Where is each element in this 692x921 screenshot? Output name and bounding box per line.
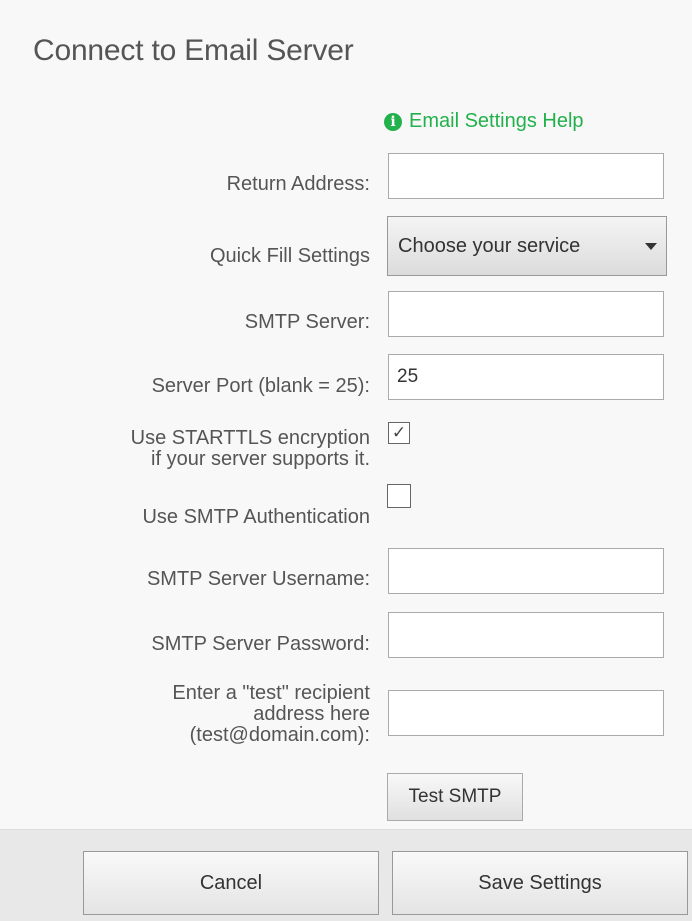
quick-fill-selected: Choose your service xyxy=(398,234,581,257)
test-smtp-button[interactable]: Test SMTP xyxy=(387,773,523,821)
test-recipient-input[interactable] xyxy=(388,690,664,736)
smtp-server-label: SMTP Server: xyxy=(244,311,370,333)
help-link-label: Email Settings Help xyxy=(409,110,584,132)
quick-fill-select[interactable]: Choose your service xyxy=(387,216,667,276)
test-recipient-label-line2: address here xyxy=(253,703,370,725)
server-port-input[interactable] xyxy=(388,354,664,400)
cancel-button[interactable]: Cancel xyxy=(83,851,379,915)
save-settings-button[interactable]: Save Settings xyxy=(392,851,688,915)
password-label: SMTP Server Password: xyxy=(151,633,370,655)
dialog-footer: Cancel Save Settings xyxy=(0,829,692,921)
starttls-label: Use STARTTLS encryption if your server s… xyxy=(131,428,370,470)
info-icon: i xyxy=(384,112,402,131)
starttls-label-line2: if your server supports it. xyxy=(151,448,370,470)
test-recipient-label-line3: (test@domain.com): xyxy=(189,724,370,746)
starttls-checkbox[interactable]: ✓ xyxy=(388,422,410,444)
email-settings-help-link[interactable]: i Email Settings Help xyxy=(384,110,584,133)
email-server-dialog: Connect to Email Server i Email Settings… xyxy=(0,0,692,921)
return-address-label: Return Address: xyxy=(226,173,370,195)
quick-fill-label: Quick Fill Settings xyxy=(209,245,370,267)
chevron-down-icon xyxy=(645,243,657,250)
smtp-auth-checkbox[interactable] xyxy=(387,484,411,508)
server-port-label: Server Port (blank = 25): xyxy=(151,375,370,397)
return-address-input[interactable] xyxy=(388,153,664,199)
smtp-auth-label: Use SMTP Authentication xyxy=(142,506,370,528)
password-input[interactable] xyxy=(388,612,664,658)
test-recipient-label-line1: Enter a "test" recipient xyxy=(172,682,370,704)
smtp-server-input[interactable] xyxy=(388,291,664,337)
dialog-title: Connect to Email Server xyxy=(33,34,354,67)
test-recipient-label: Enter a "test" recipient address here (t… xyxy=(172,683,370,746)
username-input[interactable] xyxy=(388,548,664,594)
username-label: SMTP Server Username: xyxy=(146,568,370,590)
starttls-label-line1: Use STARTTLS encryption xyxy=(130,427,370,449)
